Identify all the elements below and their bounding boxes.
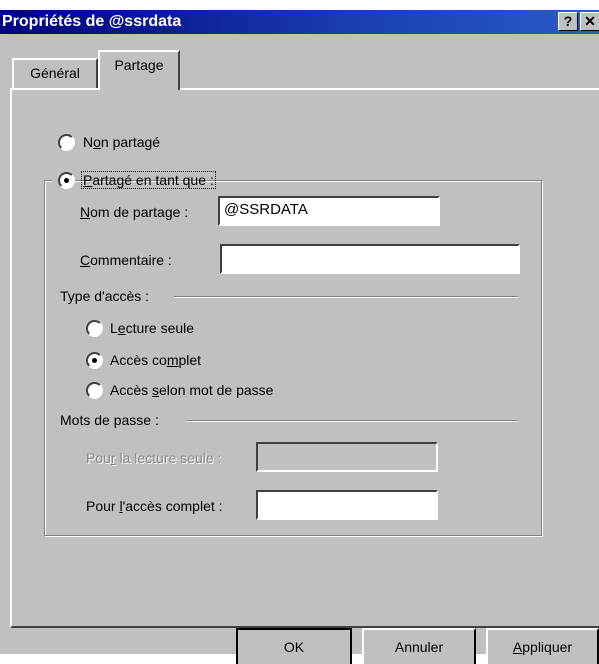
close-icon[interactable]: ✕ xyxy=(580,12,599,31)
tab-sharing[interactable]: Partage xyxy=(98,50,180,90)
tab-sharing-label: Partage xyxy=(114,57,164,73)
password-access-radio[interactable] xyxy=(86,382,103,399)
access-type-separator xyxy=(174,296,518,298)
comment-label: Commentaire : xyxy=(80,252,172,268)
window-title: Propriétés de @ssrdata xyxy=(2,13,182,30)
passwords-heading: Mots de passe : xyxy=(60,412,159,428)
tab-general-label: Général xyxy=(30,65,80,81)
shared-as-radio[interactable] xyxy=(58,172,75,189)
share-name-label: Nom de partage : xyxy=(80,204,189,220)
full-access-label[interactable]: Accès complet xyxy=(110,352,201,368)
read-only-radio[interactable] xyxy=(86,320,103,337)
readonly-password-label: Pour la lecture seule : xyxy=(86,450,222,466)
passwords-separator xyxy=(186,420,518,422)
read-only-label[interactable]: Lecture seule xyxy=(110,320,194,336)
password-access-label[interactable]: Accès selon mot de passe xyxy=(110,382,273,398)
access-type-heading: Type d'accès : xyxy=(60,288,150,304)
title-bar[interactable]: Propriétés de @ssrdata ? ✕ xyxy=(0,10,599,34)
full-password-label: Pour l'accès complet : xyxy=(86,498,223,514)
apply-button-label: Appliquer xyxy=(512,639,573,655)
ok-button-label: OK xyxy=(283,639,305,655)
not-shared-label[interactable]: Non partagé xyxy=(83,134,160,150)
cancel-button[interactable]: Annuler xyxy=(362,628,476,664)
ok-button[interactable]: OK xyxy=(236,628,352,664)
properties-dialog: Propriétés de @ssrdata ? ✕ Général Parta… xyxy=(0,10,599,664)
comment-input[interactable] xyxy=(220,244,520,274)
tab-general[interactable]: Général xyxy=(12,58,98,88)
readonly-password-input xyxy=(256,442,438,472)
help-icon[interactable]: ? xyxy=(558,12,578,31)
full-access-radio[interactable] xyxy=(86,352,103,369)
full-password-input[interactable] xyxy=(256,490,438,520)
not-shared-radio[interactable] xyxy=(58,134,75,151)
cancel-button-label: Annuler xyxy=(394,639,444,655)
share-name-input[interactable]: @SSRDATA xyxy=(218,196,440,226)
apply-button[interactable]: Appliquer xyxy=(486,628,599,664)
shared-as-label[interactable]: Partagé en tant que : xyxy=(81,171,216,189)
